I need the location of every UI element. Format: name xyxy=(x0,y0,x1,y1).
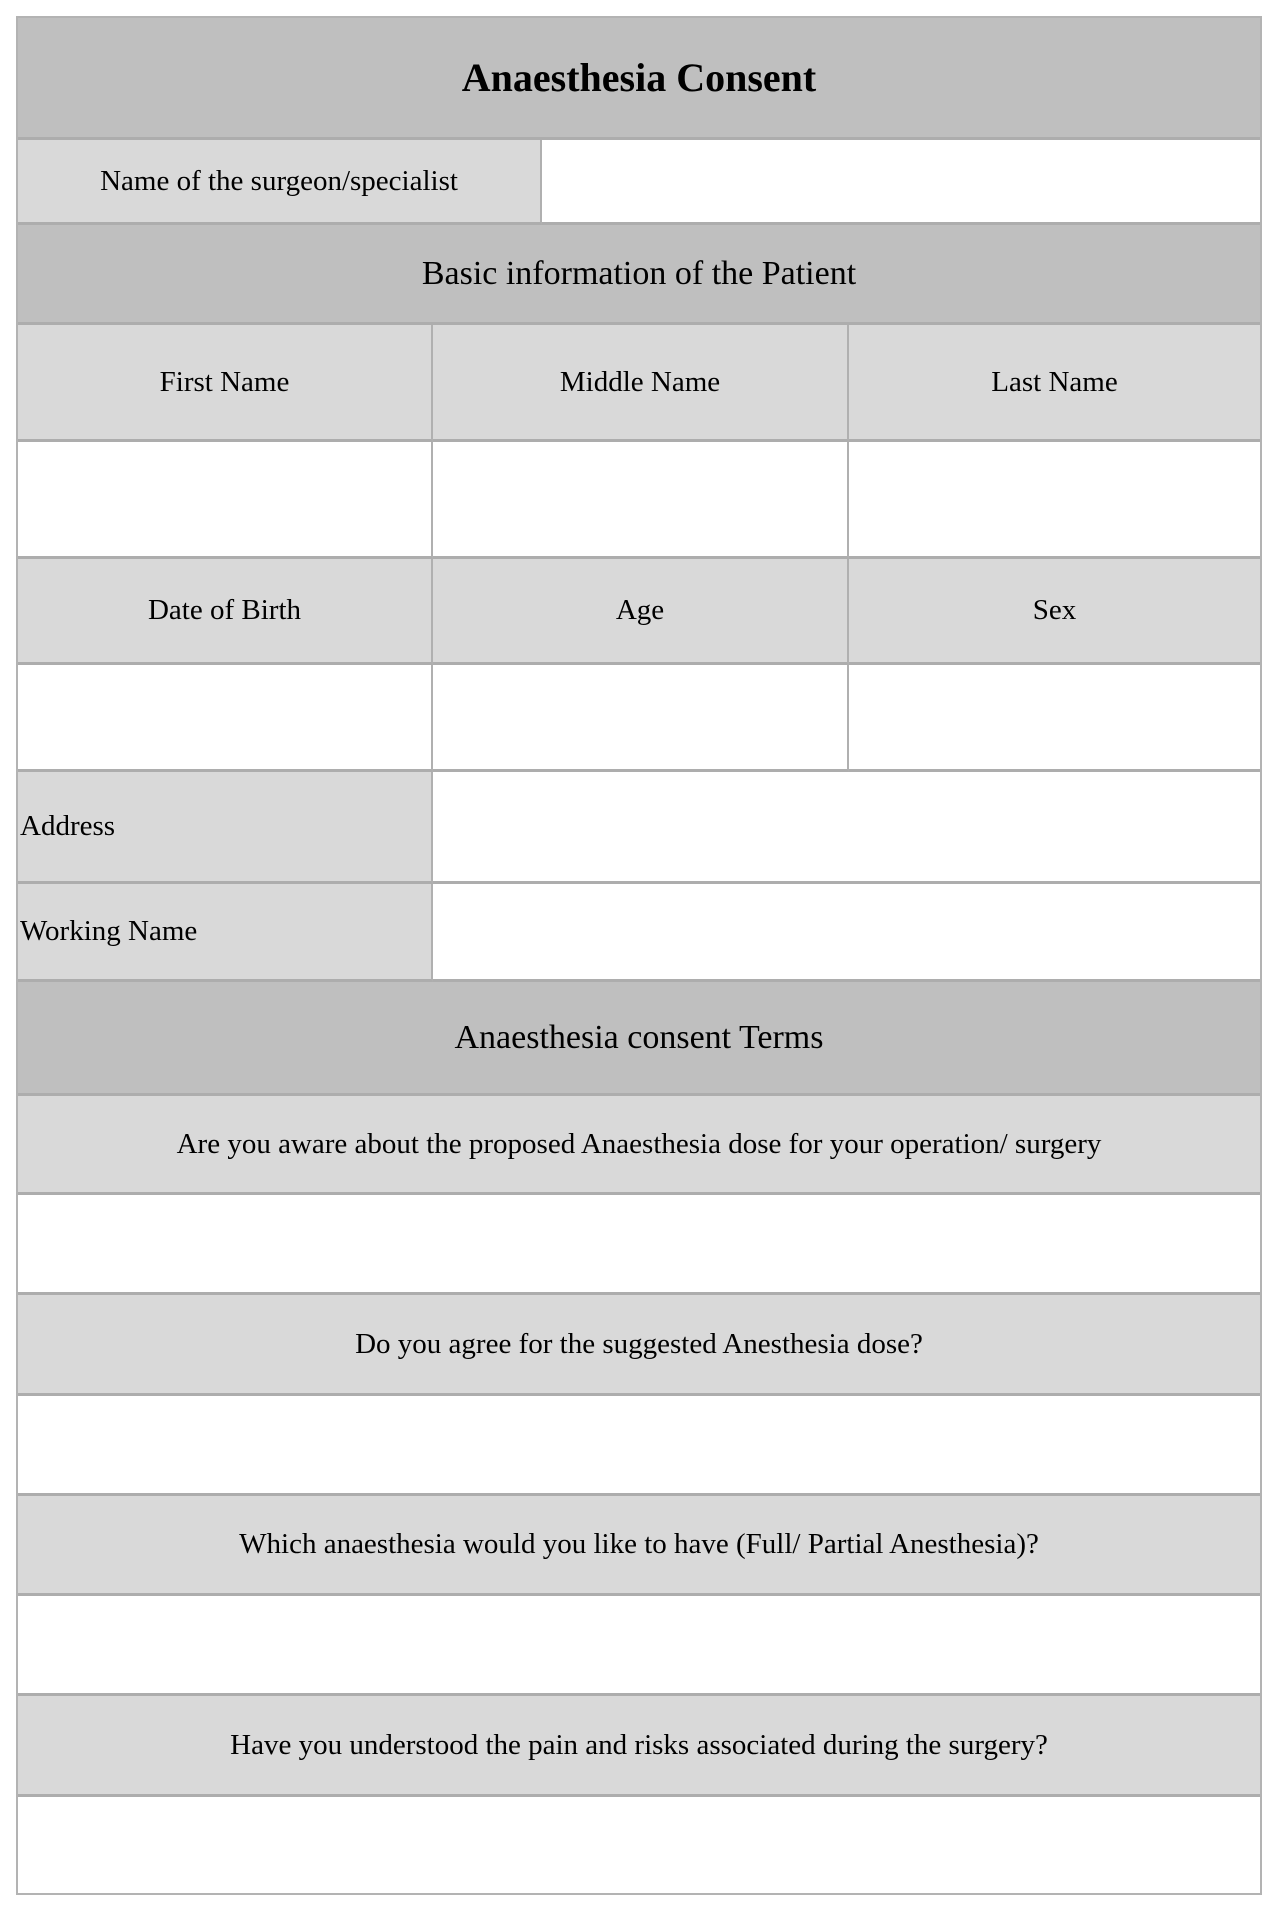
dob-field[interactable] xyxy=(18,665,433,772)
address-label: Address xyxy=(18,772,433,884)
age-label: Age xyxy=(433,559,849,665)
question-3: Which anaesthesia would you like to have… xyxy=(18,1496,1260,1596)
anaesthesia-consent-form: Anaesthesia Consent Name of the surgeon/… xyxy=(16,16,1262,1895)
answer-2-field[interactable] xyxy=(18,1396,1260,1496)
dob-label: Date of Birth xyxy=(18,559,433,665)
terms-header: Anaesthesia consent Terms xyxy=(18,982,1260,1096)
address-field[interactable] xyxy=(433,772,1260,884)
working-name-label: Working Name xyxy=(18,884,433,982)
answer-1-field[interactable] xyxy=(18,1195,1260,1295)
first-name-field[interactable] xyxy=(18,442,433,559)
first-name-label: First Name xyxy=(18,325,433,442)
last-name-label: Last Name xyxy=(849,325,1260,442)
basic-info-header: Basic information of the Patient xyxy=(18,225,1260,325)
middle-name-field[interactable] xyxy=(433,442,849,559)
form-title: Anaesthesia Consent xyxy=(18,18,1260,140)
sex-label: Sex xyxy=(849,559,1260,665)
question-2: Do you agree for the suggested Anesthesi… xyxy=(18,1295,1260,1396)
answer-4-field[interactable] xyxy=(18,1797,1260,1893)
question-1: Are you aware about the proposed Anaesth… xyxy=(18,1096,1260,1195)
age-field[interactable] xyxy=(433,665,849,772)
surgeon-label: Name of the surgeon/specialist xyxy=(18,140,542,225)
middle-name-label: Middle Name xyxy=(433,325,849,442)
sex-field[interactable] xyxy=(849,665,1260,772)
working-name-field[interactable] xyxy=(433,884,1260,982)
surgeon-field[interactable] xyxy=(542,140,1260,225)
question-4: Have you understood the pain and risks a… xyxy=(18,1696,1260,1797)
answer-3-field[interactable] xyxy=(18,1596,1260,1696)
last-name-field[interactable] xyxy=(849,442,1260,559)
